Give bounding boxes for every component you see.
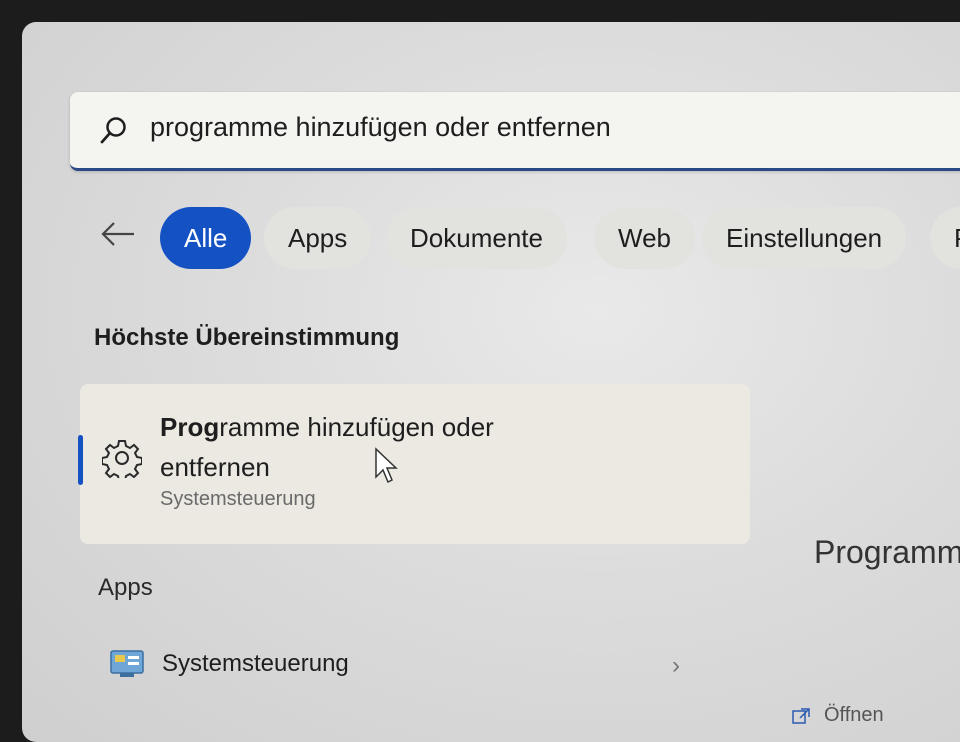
search-query-text: programme hinzufügen oder entfernen [150, 112, 611, 142]
app-result-systemsteuerung[interactable]: Systemsteuerung › [92, 642, 692, 692]
best-match-title: Programme hinzufügen oder entfernen [160, 412, 494, 482]
filter-chip-dokumente[interactable]: Dokumente [386, 207, 567, 269]
filter-chip-overflow[interactable]: P [930, 207, 960, 269]
selection-indicator [78, 435, 83, 485]
gear-icon [102, 440, 142, 478]
preview-title: Programm [814, 534, 960, 570]
best-match-subtitle: Systemsteuerung [160, 488, 316, 510]
filter-chip-alle[interactable]: Alle [160, 207, 252, 269]
control-panel-icon [110, 650, 144, 677]
open-action[interactable]: Öffnen [792, 704, 884, 727]
open-icon [792, 707, 810, 724]
search-input[interactable]: programme hinzufügen oder entfernen [70, 92, 960, 171]
filter-chip-web[interactable]: Web [594, 207, 695, 269]
apps-heading: Apps [98, 574, 153, 601]
mouse-cursor-icon [375, 447, 398, 484]
app-label: Systemsteuerung [162, 650, 349, 677]
filter-chip-einstellungen[interactable]: Einstellungen [702, 207, 907, 269]
filter-chip-apps[interactable]: Apps [264, 207, 372, 269]
best-match-heading: Höchste Übereinstimmung [94, 324, 400, 351]
search-icon [100, 117, 126, 144]
back-arrow-icon[interactable] [100, 220, 136, 248]
chevron-right-icon[interactable]: › [672, 652, 680, 680]
search-window: programme hinzufügen oder entfernen Alle… [22, 22, 960, 742]
